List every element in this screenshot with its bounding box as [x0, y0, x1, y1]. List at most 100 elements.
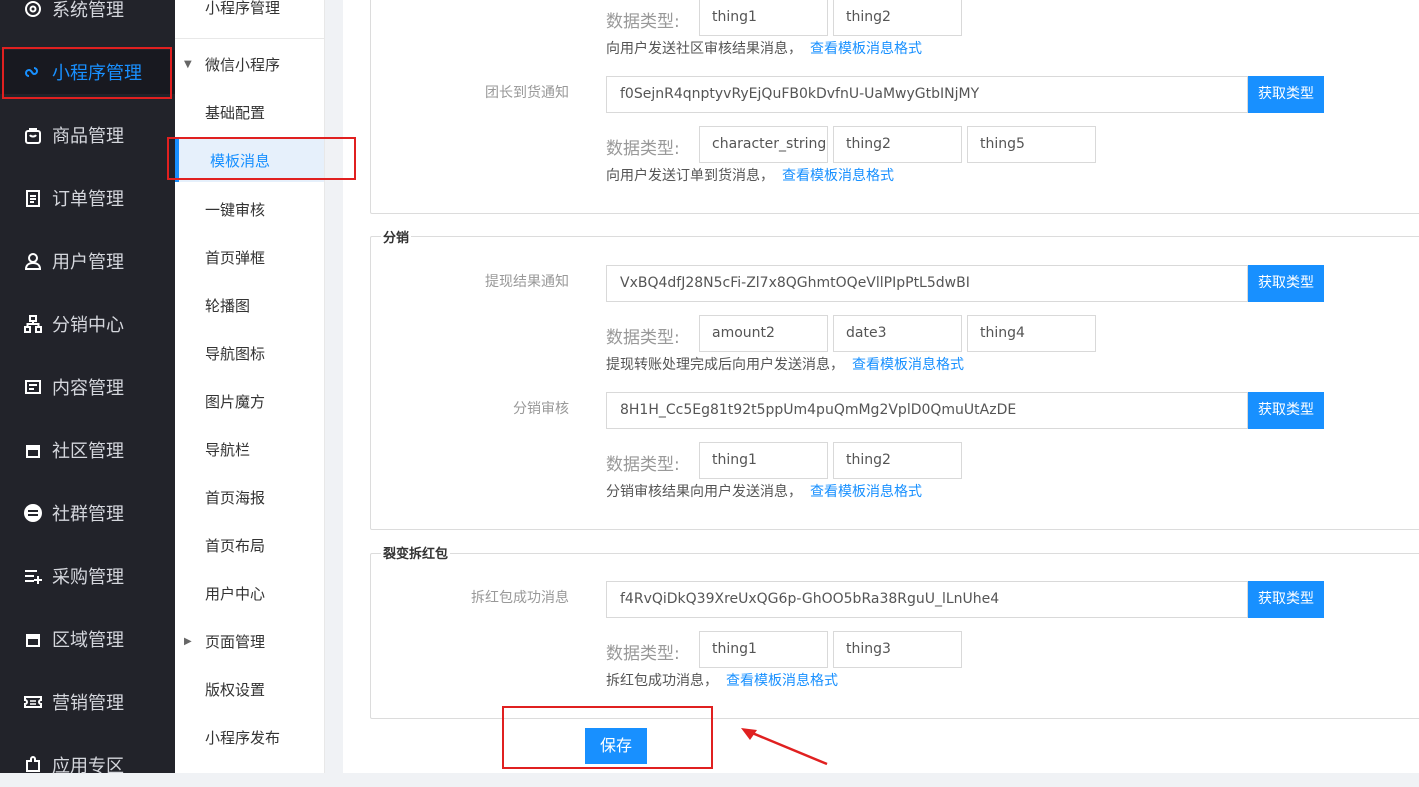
data-type-field[interactable]: thing1	[699, 0, 828, 36]
nav-item-region[interactable]: 区域管理	[0, 617, 175, 661]
link-icon	[22, 61, 44, 83]
sub-nav-basic-config[interactable]: 基础配置	[175, 90, 324, 134]
template-id-input[interactable]: VxBQ4dfJ28N5cFi-Zl7x8QGhmtOQeVllPIpPtL5d…	[606, 265, 1248, 302]
minus-circle-icon	[22, 502, 44, 524]
field-label: 团长到货通知	[485, 85, 569, 101]
nav-item-label: 营销管理	[52, 693, 124, 714]
sub-nav-publish[interactable]: 小程序发布	[175, 715, 324, 759]
nav-item-miniprogram[interactable]: 小程序管理	[0, 50, 175, 94]
caret-down-icon: ▼	[184, 58, 192, 70]
annotation-arrow-icon	[741, 728, 828, 766]
view-format-link[interactable]: 查看模板消息格式	[782, 168, 894, 184]
view-format-link[interactable]: 查看模板消息格式	[726, 673, 838, 689]
data-type-field[interactable]: thing3	[833, 631, 962, 668]
sub-nav-navbar[interactable]: 导航栏	[175, 427, 324, 471]
section-title: 分销	[381, 227, 412, 246]
nav-item-community[interactable]: 社区管理	[0, 428, 175, 472]
nav-item-label: 小程序管理	[52, 63, 142, 84]
field-label: 分销审核	[513, 401, 569, 417]
nav-item-orders[interactable]: 订单管理	[0, 176, 175, 220]
sub-sidebar: 小程序管理 ▼ 微信小程序 基础配置 模板消息 一键审核 首页弹框 轮播图 导航…	[175, 0, 325, 773]
sub-nav-template-message[interactable]: 模板消息	[175, 138, 324, 182]
sub-nav-home-popup[interactable]: 首页弹框	[175, 235, 324, 279]
hint-text: 分销审核结果向用户发送消息， 查看模板消息格式	[606, 484, 922, 500]
data-type-field[interactable]: thing2	[833, 442, 962, 479]
caret-right-icon: ▶	[184, 635, 192, 647]
nav-item-users[interactable]: 用户管理	[0, 239, 175, 283]
data-type-field[interactable]: thing2	[833, 126, 962, 163]
section-title: 裂变拆红包	[381, 543, 451, 562]
nav-item-marketing[interactable]: 营销管理	[0, 680, 175, 724]
nav-item-label: 应用专区	[52, 756, 124, 777]
sub-nav-group-pages[interactable]: ▶ 页面管理	[175, 619, 324, 663]
divider	[175, 38, 324, 39]
nav-item-group[interactable]: 社群管理	[0, 491, 175, 535]
template-id-input[interactable]: 8H1H_Cc5Eg81t92t5ppUm4puQmMg2VplD0QmuUtA…	[606, 392, 1248, 429]
sub-nav-carousel[interactable]: 轮播图	[175, 283, 324, 327]
nav-item-label: 分销中心	[52, 315, 124, 336]
nav-item-purchase[interactable]: 采购管理	[0, 554, 175, 598]
hint-text: 向用户发送社区审核结果消息， 查看模板消息格式	[606, 41, 922, 57]
data-type-label: 数据类型:	[606, 139, 680, 159]
sub-nav-user-center[interactable]: 用户中心	[175, 571, 324, 615]
view-format-link[interactable]: 查看模板消息格式	[852, 357, 964, 373]
data-type-field[interactable]: date3	[833, 315, 962, 352]
nav-item-products[interactable]: 商品管理	[0, 113, 175, 157]
sub-nav-title[interactable]: 小程序管理	[175, 0, 324, 29]
user-icon	[22, 250, 44, 272]
sub-nav-home-layout[interactable]: 首页布局	[175, 523, 324, 567]
store-icon	[22, 628, 44, 650]
field-label: 拆红包成功消息	[471, 590, 569, 606]
get-type-button[interactable]: 获取类型	[1248, 581, 1324, 618]
data-type-field[interactable]: thing1	[699, 631, 828, 668]
data-type-field[interactable]: thing5	[967, 126, 1096, 163]
sub-nav-group-wechat[interactable]: ▼ 微信小程序	[175, 42, 324, 86]
gear-icon	[22, 0, 44, 20]
nav-item-label: 采购管理	[52, 567, 124, 588]
org-chart-icon	[22, 313, 44, 335]
sub-nav-one-click-review[interactable]: 一键审核	[175, 187, 324, 231]
get-type-button[interactable]: 获取类型	[1248, 76, 1324, 113]
save-button[interactable]: 保存	[585, 728, 647, 764]
content-icon	[22, 376, 44, 398]
nav-item-distribution[interactable]: 分销中心	[0, 302, 175, 346]
list-add-icon	[22, 565, 44, 587]
field-label: 提现结果通知	[485, 274, 569, 290]
hint-text: 拆红包成功消息， 查看模板消息格式	[606, 673, 838, 689]
data-type-field[interactable]: character_string	[699, 126, 828, 163]
sub-nav-label: 微信小程序	[205, 55, 281, 74]
sub-nav-home-poster[interactable]: 首页海报	[175, 475, 324, 519]
view-format-link[interactable]: 查看模板消息格式	[810, 41, 922, 57]
nav-item-label: 系统管理	[52, 0, 124, 21]
bag-icon	[22, 124, 44, 146]
data-type-field[interactable]: thing4	[967, 315, 1096, 352]
nav-item-system[interactable]: 系统管理	[0, 0, 175, 31]
data-type-label: 数据类型:	[606, 328, 680, 348]
nav-item-label: 社群管理	[52, 504, 124, 525]
data-type-label: 数据类型:	[606, 455, 680, 475]
template-message-content: 数据类型: thing1 thing2 向用户发送社区审核结果消息， 查看模板消息…	[343, 0, 1419, 773]
template-id-input[interactable]: f4RvQiDkQ39XreUxQG6p-GhOO5bRa38RguU_lLnU…	[606, 581, 1248, 618]
clipboard-icon	[22, 187, 44, 209]
main-sidebar: 系统管理 小程序管理 商品管理 订单管理 用户管理 分销中心 内容管理 社区管理…	[0, 0, 175, 777]
data-type-field[interactable]: amount2	[699, 315, 828, 352]
data-type-label: 数据类型:	[606, 644, 680, 664]
hint-text: 向用户发送订单到货消息， 查看模板消息格式	[606, 168, 894, 184]
get-type-button[interactable]: 获取类型	[1248, 392, 1324, 429]
nav-item-content[interactable]: 内容管理	[0, 365, 175, 409]
nav-item-apps[interactable]: 应用专区	[0, 743, 175, 787]
template-id-input[interactable]: f0SejnR4qnptyvRyEjQuFB0kDvfnU-UaMwyGtbIN…	[606, 76, 1248, 113]
nav-item-label: 用户管理	[52, 252, 124, 273]
sub-nav-label: 页面管理	[205, 632, 266, 651]
sub-nav-copyright[interactable]: 版权设置	[175, 667, 324, 711]
sub-nav-nav-icons[interactable]: 导航图标	[175, 331, 324, 375]
data-type-field[interactable]: thing1	[699, 442, 828, 479]
nav-item-label: 内容管理	[52, 378, 124, 399]
data-type-field[interactable]: thing2	[833, 0, 962, 36]
nav-item-label: 社区管理	[52, 441, 124, 462]
sub-nav-image-cube[interactable]: 图片魔方	[175, 379, 324, 423]
view-format-link[interactable]: 查看模板消息格式	[810, 484, 922, 500]
get-type-button[interactable]: 获取类型	[1248, 265, 1324, 302]
store-icon	[22, 439, 44, 461]
nav-item-label: 区域管理	[52, 630, 124, 651]
